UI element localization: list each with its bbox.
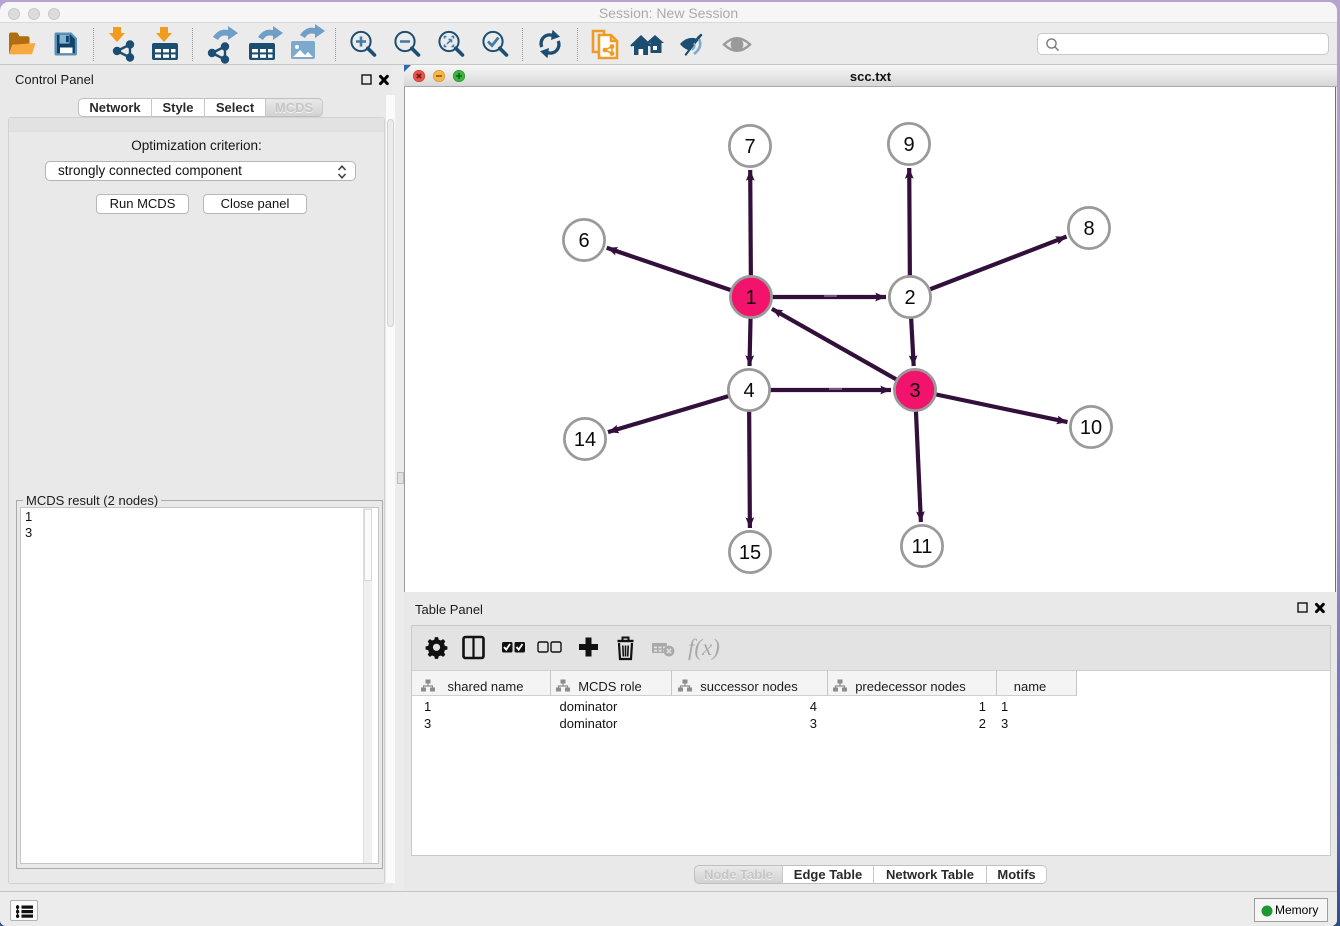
svg-text:7: 7	[744, 136, 755, 158]
svg-text:2: 2	[904, 287, 915, 309]
svg-text:14: 14	[574, 429, 596, 451]
svg-text:15: 15	[739, 542, 761, 564]
svg-text:11: 11	[912, 536, 933, 558]
svg-text:f(x): f(x)	[688, 635, 720, 660]
svg-text:8: 8	[1083, 218, 1094, 240]
svg-text:3: 3	[909, 380, 920, 402]
svg-text:10: 10	[1080, 417, 1102, 439]
svg-text:9: 9	[903, 134, 914, 156]
svg-text:4: 4	[743, 380, 754, 402]
svg-text:6: 6	[578, 230, 589, 252]
svg-text:1: 1	[745, 287, 756, 309]
